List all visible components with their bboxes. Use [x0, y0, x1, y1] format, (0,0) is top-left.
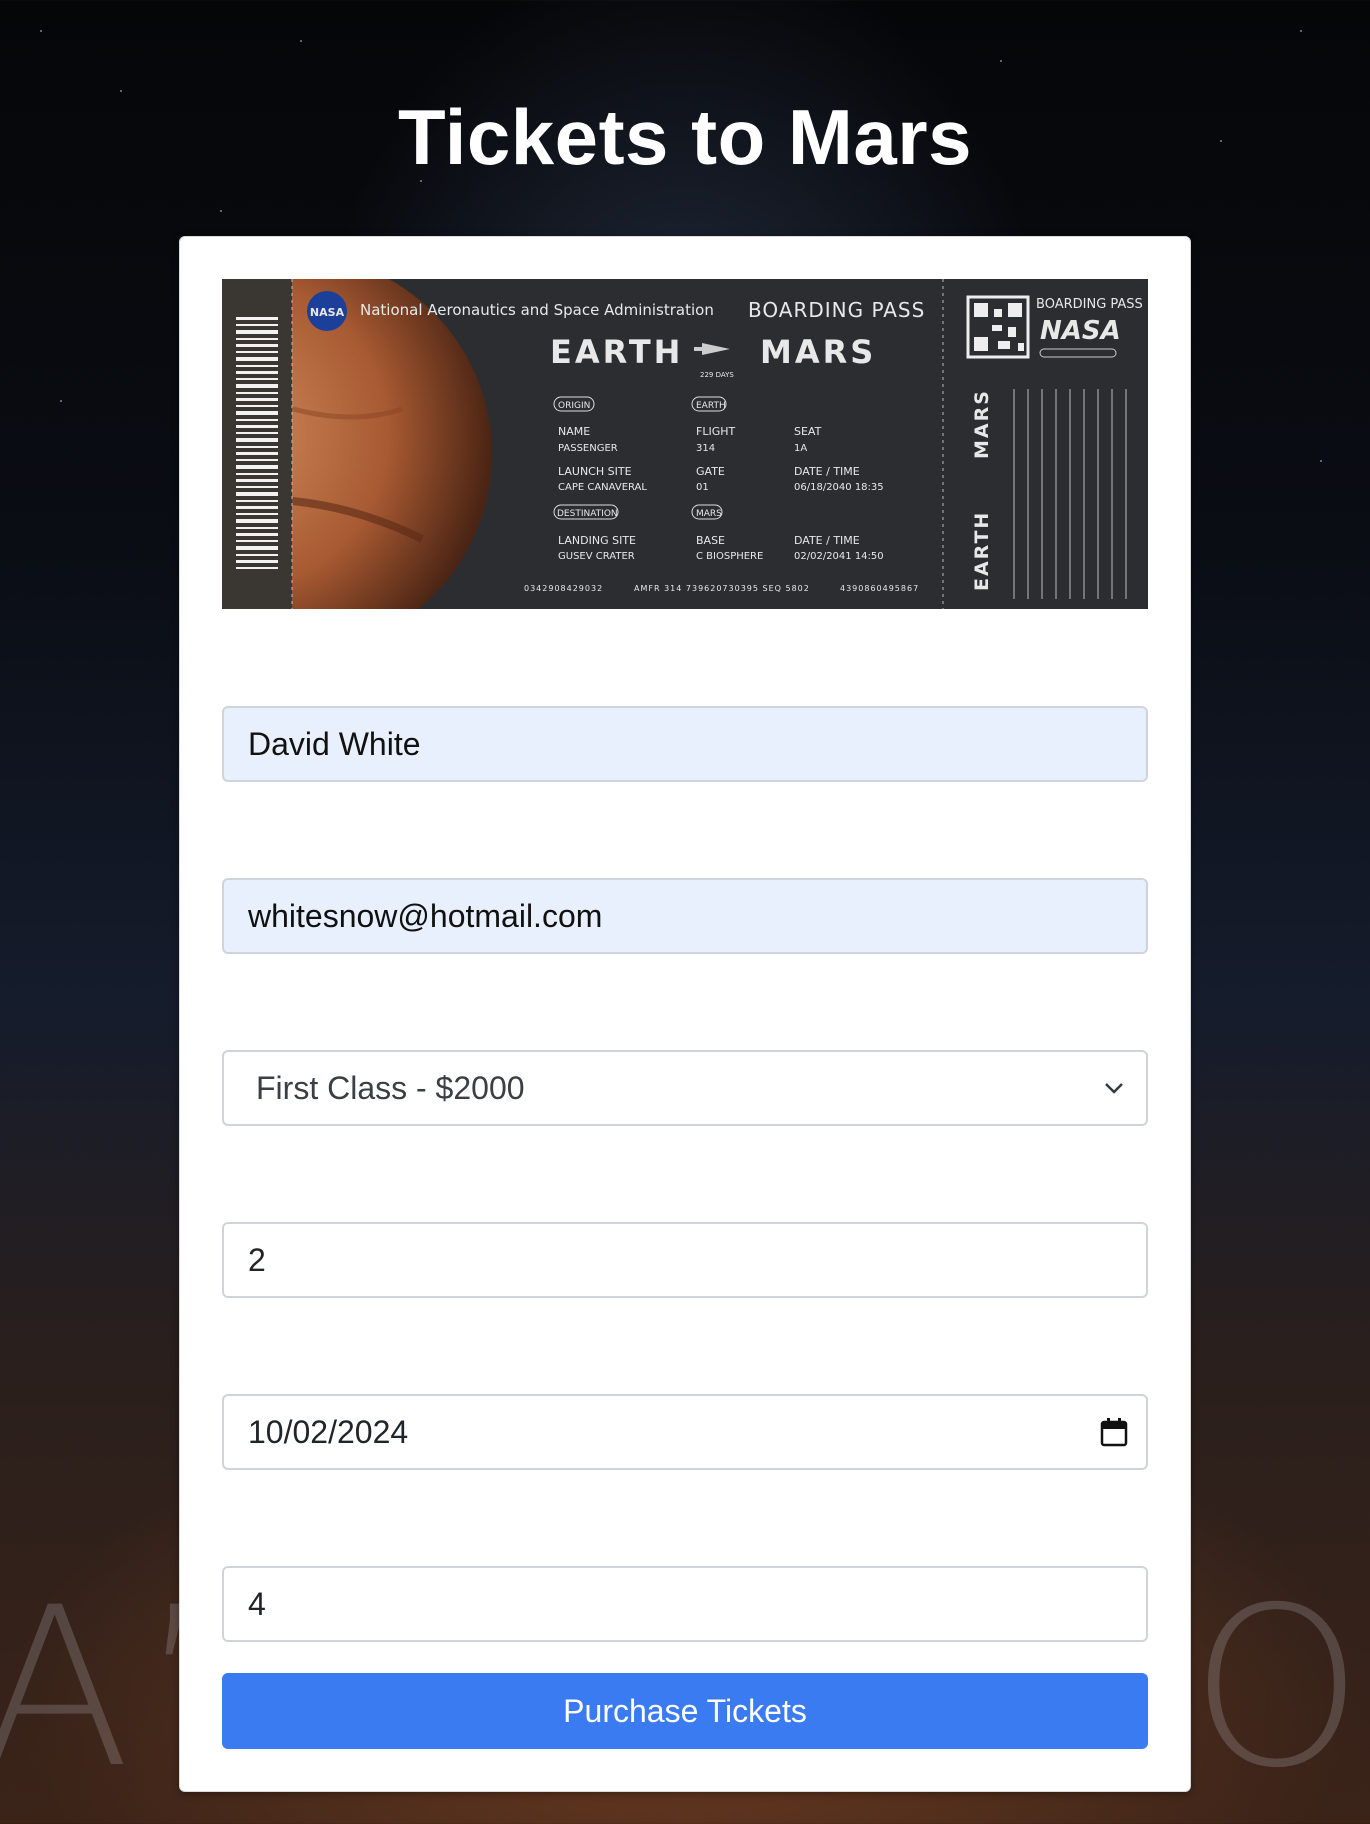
date-input-value: 10/02/2024 — [248, 1413, 409, 1450]
ticket-footer-code-3: 4390860495867 — [840, 584, 919, 593]
ticket-landing-value: GUSEV CRATER — [558, 551, 635, 562]
ticket-dest-city: MARS — [760, 333, 876, 371]
email-input[interactable]: whitesnow@hotmail.com — [222, 878, 1148, 954]
ticket-launch-label: LAUNCH SITE — [558, 465, 632, 478]
ticket-earth-tag: EARTH — [696, 401, 726, 411]
ticket-depart-label: DATE / TIME — [794, 465, 860, 478]
quantity-input-value: 2 — [248, 1241, 266, 1278]
calendar-icon[interactable] — [1092, 1417, 1136, 1447]
ticket-duration: 229 DAYS — [700, 371, 734, 379]
ticket-footer-code-1: 0342908429032 — [524, 584, 603, 593]
page-title: Tickets to Mars — [398, 93, 972, 181]
ticket-mars-tag: MARS — [696, 509, 722, 519]
stub-boarding-pass: BOARDING PASS — [1036, 297, 1143, 312]
purchase-card: NASA National Aeronautics and Space Admi… — [179, 236, 1191, 1792]
ticket-name-label: NAME — [558, 425, 590, 438]
ticket-destination-tag: DESTINATION — [557, 509, 618, 519]
ticket-boarding-pass: BOARDING PASS — [748, 298, 925, 322]
name-input-value: David White — [248, 725, 421, 762]
ticket-landing-label: LANDING SITE — [558, 534, 636, 547]
ticket-agency: National Aeronautics and Space Administr… — [360, 301, 714, 319]
purchase-tickets-button[interactable]: Purchase Tickets — [222, 1673, 1148, 1749]
ticket-flight-label: FLIGHT — [696, 425, 735, 438]
ticket-base-label: BASE — [696, 534, 725, 547]
name-input[interactable]: David White — [222, 706, 1148, 782]
ticket-name-value: PASSENGER — [558, 443, 618, 454]
extra-number-input[interactable]: 4 — [222, 1566, 1148, 1642]
ticket-origin-tag: ORIGIN — [558, 401, 590, 411]
extra-number-input-value: 4 — [248, 1585, 266, 1622]
boarding-pass-image: NASA National Aeronautics and Space Admi… — [222, 279, 1148, 609]
ticket-origin-city: EARTH — [550, 333, 683, 371]
ticket-gate-value: 01 — [696, 482, 709, 493]
date-input[interactable]: 10/02/2024 — [222, 1394, 1148, 1470]
nasa-logo-text: NASA — [310, 306, 345, 319]
ticket-arrive-value: 02/02/2041 14:50 — [794, 551, 884, 562]
chevron-down-icon — [1092, 1081, 1136, 1095]
ticket-seat-label: SEAT — [794, 425, 822, 438]
ticket-launch-value: CAPE CANAVERAL — [558, 482, 647, 493]
ticket-class-selected: First Class - $2000 — [256, 1069, 525, 1106]
background-letters-right: O — [1190, 1560, 1370, 1816]
quantity-input[interactable]: 2 — [222, 1222, 1148, 1298]
ticket-base-value: C BIOSPHERE — [696, 551, 763, 562]
boarding-pass-graphic: NASA National Aeronautics and Space Admi… — [222, 279, 1148, 609]
email-input-value: whitesnow@hotmail.com — [248, 897, 603, 934]
stub-earth: EARTH — [971, 511, 993, 591]
barcode-stub — [222, 279, 292, 609]
ticket-footer-code-2: AMFR 314 739620730395 SEQ 5802 — [634, 584, 810, 593]
ticket-flight-value: 314 — [696, 443, 715, 454]
stub-nasa-wordmark: NASA — [1040, 316, 1121, 346]
ticket-depart-value: 06/18/2040 18:35 — [794, 482, 884, 493]
ticket-class-select[interactable]: First Class - $2000 — [222, 1050, 1148, 1126]
ticket-arrive-label: DATE / TIME — [794, 534, 860, 547]
ticket-gate-label: GATE — [696, 465, 725, 478]
nasa-logo: NASA — [307, 291, 347, 331]
ticket-seat-value: 1A — [794, 443, 807, 454]
stub-mars: MARS — [971, 389, 993, 459]
